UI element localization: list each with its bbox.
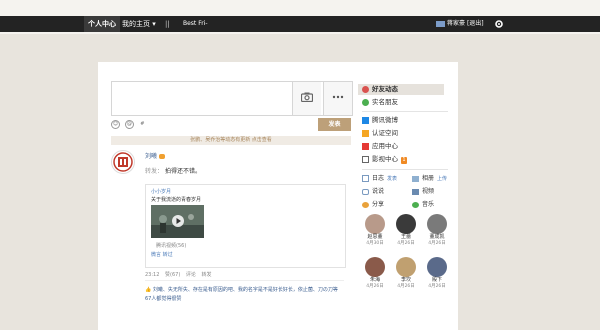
friend-avatar xyxy=(365,214,385,234)
settings-gear-icon[interactable] xyxy=(494,19,504,29)
menu-app-center[interactable]: 应用中心 xyxy=(362,141,398,151)
user-flag-icon xyxy=(436,21,445,27)
weibo-icon xyxy=(362,116,369,124)
video-center-badge: 1 xyxy=(401,157,407,164)
friend-avatar xyxy=(365,257,385,277)
blog-icon xyxy=(362,175,369,182)
music-icon xyxy=(412,201,419,208)
video-thumbnail[interactable] xyxy=(151,205,204,238)
more-dots-icon xyxy=(332,95,344,99)
mini-talk[interactable]: 说说 xyxy=(362,187,384,196)
mini-video[interactable]: 视频 xyxy=(412,187,434,196)
forward-link[interactable]: 转发 xyxy=(201,272,211,278)
menu-tencent-weibo[interactable]: 腾讯微博 xyxy=(362,115,398,125)
status-compose-box[interactable] xyxy=(111,81,353,116)
vip-badge-icon xyxy=(159,154,166,159)
likes-text[interactable]: 刘曦、失无所失、存在是有原因的吧、我的名字是不是好长好长，依止菌、刀の刀等67人… xyxy=(145,287,338,302)
nav-user-area: 蒋家豪 [退出] xyxy=(447,16,484,32)
share-label: 转发： xyxy=(145,168,164,175)
blog-post-link[interactable]: 发表 xyxy=(387,176,397,182)
feed-divider xyxy=(145,280,344,281)
friend-avatar xyxy=(427,257,447,277)
card-meta: 腾讯视频(56) xyxy=(156,243,187,249)
mini-share[interactable]: 分享 xyxy=(362,200,384,209)
feed-item: 刘曦 转发： 拍得还不错。 小小岁月 关于我流逝的青春岁月 腾讯视频(56) 微… xyxy=(145,152,346,302)
talk-icon xyxy=(362,188,369,195)
realname-icon xyxy=(362,98,369,106)
friend-card[interactable]: 赵思董 4月30日 xyxy=(363,214,387,247)
author-avatar[interactable] xyxy=(111,150,135,174)
menu-divider xyxy=(362,169,448,170)
top-navigation-bar: 个人中心 我的主页 ▾ || Best Fri- 蒋家豪 [退出] xyxy=(0,16,600,32)
topic-hash-icon[interactable]: # xyxy=(139,121,146,128)
menu-video-center[interactable]: 影视中心 1 xyxy=(362,154,407,164)
friend-avatar xyxy=(427,214,447,234)
card-tags[interactable]: 微言 转过 xyxy=(151,251,173,258)
friend-avatar xyxy=(396,214,416,234)
menu-divider xyxy=(362,111,448,112)
verified-icon xyxy=(362,129,369,137)
comment-link[interactable]: 评论 xyxy=(186,272,196,278)
thumbs-up-icon: 👍 xyxy=(145,287,152,293)
app-center-icon xyxy=(362,142,369,150)
nav-divider: || xyxy=(165,20,170,28)
nav-username[interactable]: 蒋家豪 xyxy=(447,20,465,27)
friend-avatar xyxy=(396,257,416,277)
logout-link[interactable]: [退出] xyxy=(467,20,484,27)
feed-author: 刘曦 xyxy=(145,152,345,161)
right-sidebar: 好友动态 实名朋友 腾讯微博 认证空间 应用中心 影视中心 1 日志 发表 相册 上传… xyxy=(358,62,458,330)
nav-personal-center[interactable]: 个人中心 xyxy=(84,16,120,32)
play-button-icon[interactable] xyxy=(172,215,184,227)
more-options-button[interactable] xyxy=(323,82,352,115)
emoji-icon[interactable]: ☺ xyxy=(111,120,120,129)
seal-avatar-icon xyxy=(113,152,133,172)
camera-icon xyxy=(301,92,313,102)
menu-verified-space[interactable]: 认证空间 xyxy=(362,128,398,138)
album-upload-link[interactable]: 上传 xyxy=(437,176,447,182)
friend-card[interactable]: 朱海 4月26日 xyxy=(363,257,387,290)
post-time: 23:12 xyxy=(145,272,160,278)
video-icon xyxy=(412,188,419,195)
share-line: 转发： 拍得还不错。 xyxy=(145,166,201,175)
nav-best-friend[interactable]: Best Fri- xyxy=(183,16,208,32)
update-notice-bar[interactable]: 张鹏、吴乔治等动态有更新 点击查看 xyxy=(111,136,351,145)
friend-card[interactable]: 李坎 4月26日 xyxy=(394,257,418,290)
like-link[interactable]: 赞(67) xyxy=(165,272,180,278)
share-text: 拍得还不错。 xyxy=(164,168,201,175)
share-icon xyxy=(362,201,369,208)
video-center-icon xyxy=(362,155,369,163)
menu-friends-feed[interactable]: 好友动态 xyxy=(362,84,398,94)
friend-card[interactable]: 董成凯 4月26日 xyxy=(425,214,449,247)
nav-my-homepage[interactable]: 我的主页 ▾ xyxy=(122,16,156,32)
album-icon xyxy=(412,175,419,182)
likes-summary: 👍 刘曦、失无所失、存在是有原因的吧、我的名字是不是好长好长，依止菌、刀の刀等6… xyxy=(145,286,344,304)
author-name[interactable]: 刘曦 xyxy=(145,153,157,160)
friends-feed-icon xyxy=(362,85,369,93)
post-button[interactable]: 发表 xyxy=(318,118,351,131)
mention-icon[interactable]: @ xyxy=(124,120,134,129)
mini-blog[interactable]: 日志 发表 xyxy=(362,174,397,183)
photo-upload-button[interactable] xyxy=(292,82,321,115)
compose-toolbar: ☺ @ # xyxy=(111,120,149,129)
main-feed-panel: ☺ @ # 发表 张鹏、吴乔治等动态有更新 点击查看 刘曦 转发： 拍得还不错。… xyxy=(98,62,358,330)
feed-actions: 23:12 赞(67) 评论 转发 xyxy=(145,271,216,278)
friend-card[interactable]: 王蕾 4月26日 xyxy=(394,214,418,247)
mini-music[interactable]: 音乐 xyxy=(412,200,434,209)
menu-real-name-friends[interactable]: 实名朋友 xyxy=(362,97,398,107)
friend-card[interactable]: 殿下 4月26日 xyxy=(425,257,449,290)
card-title[interactable]: 小小岁月 xyxy=(151,188,171,195)
shared-video-card[interactable]: 小小岁月 关于我流逝的青春岁月 腾讯视频(56) 微言 转过 xyxy=(145,184,346,268)
card-subtitle[interactable]: 关于我流逝的青春岁月 xyxy=(151,196,201,203)
mini-album[interactable]: 相册 上传 xyxy=(412,174,447,183)
